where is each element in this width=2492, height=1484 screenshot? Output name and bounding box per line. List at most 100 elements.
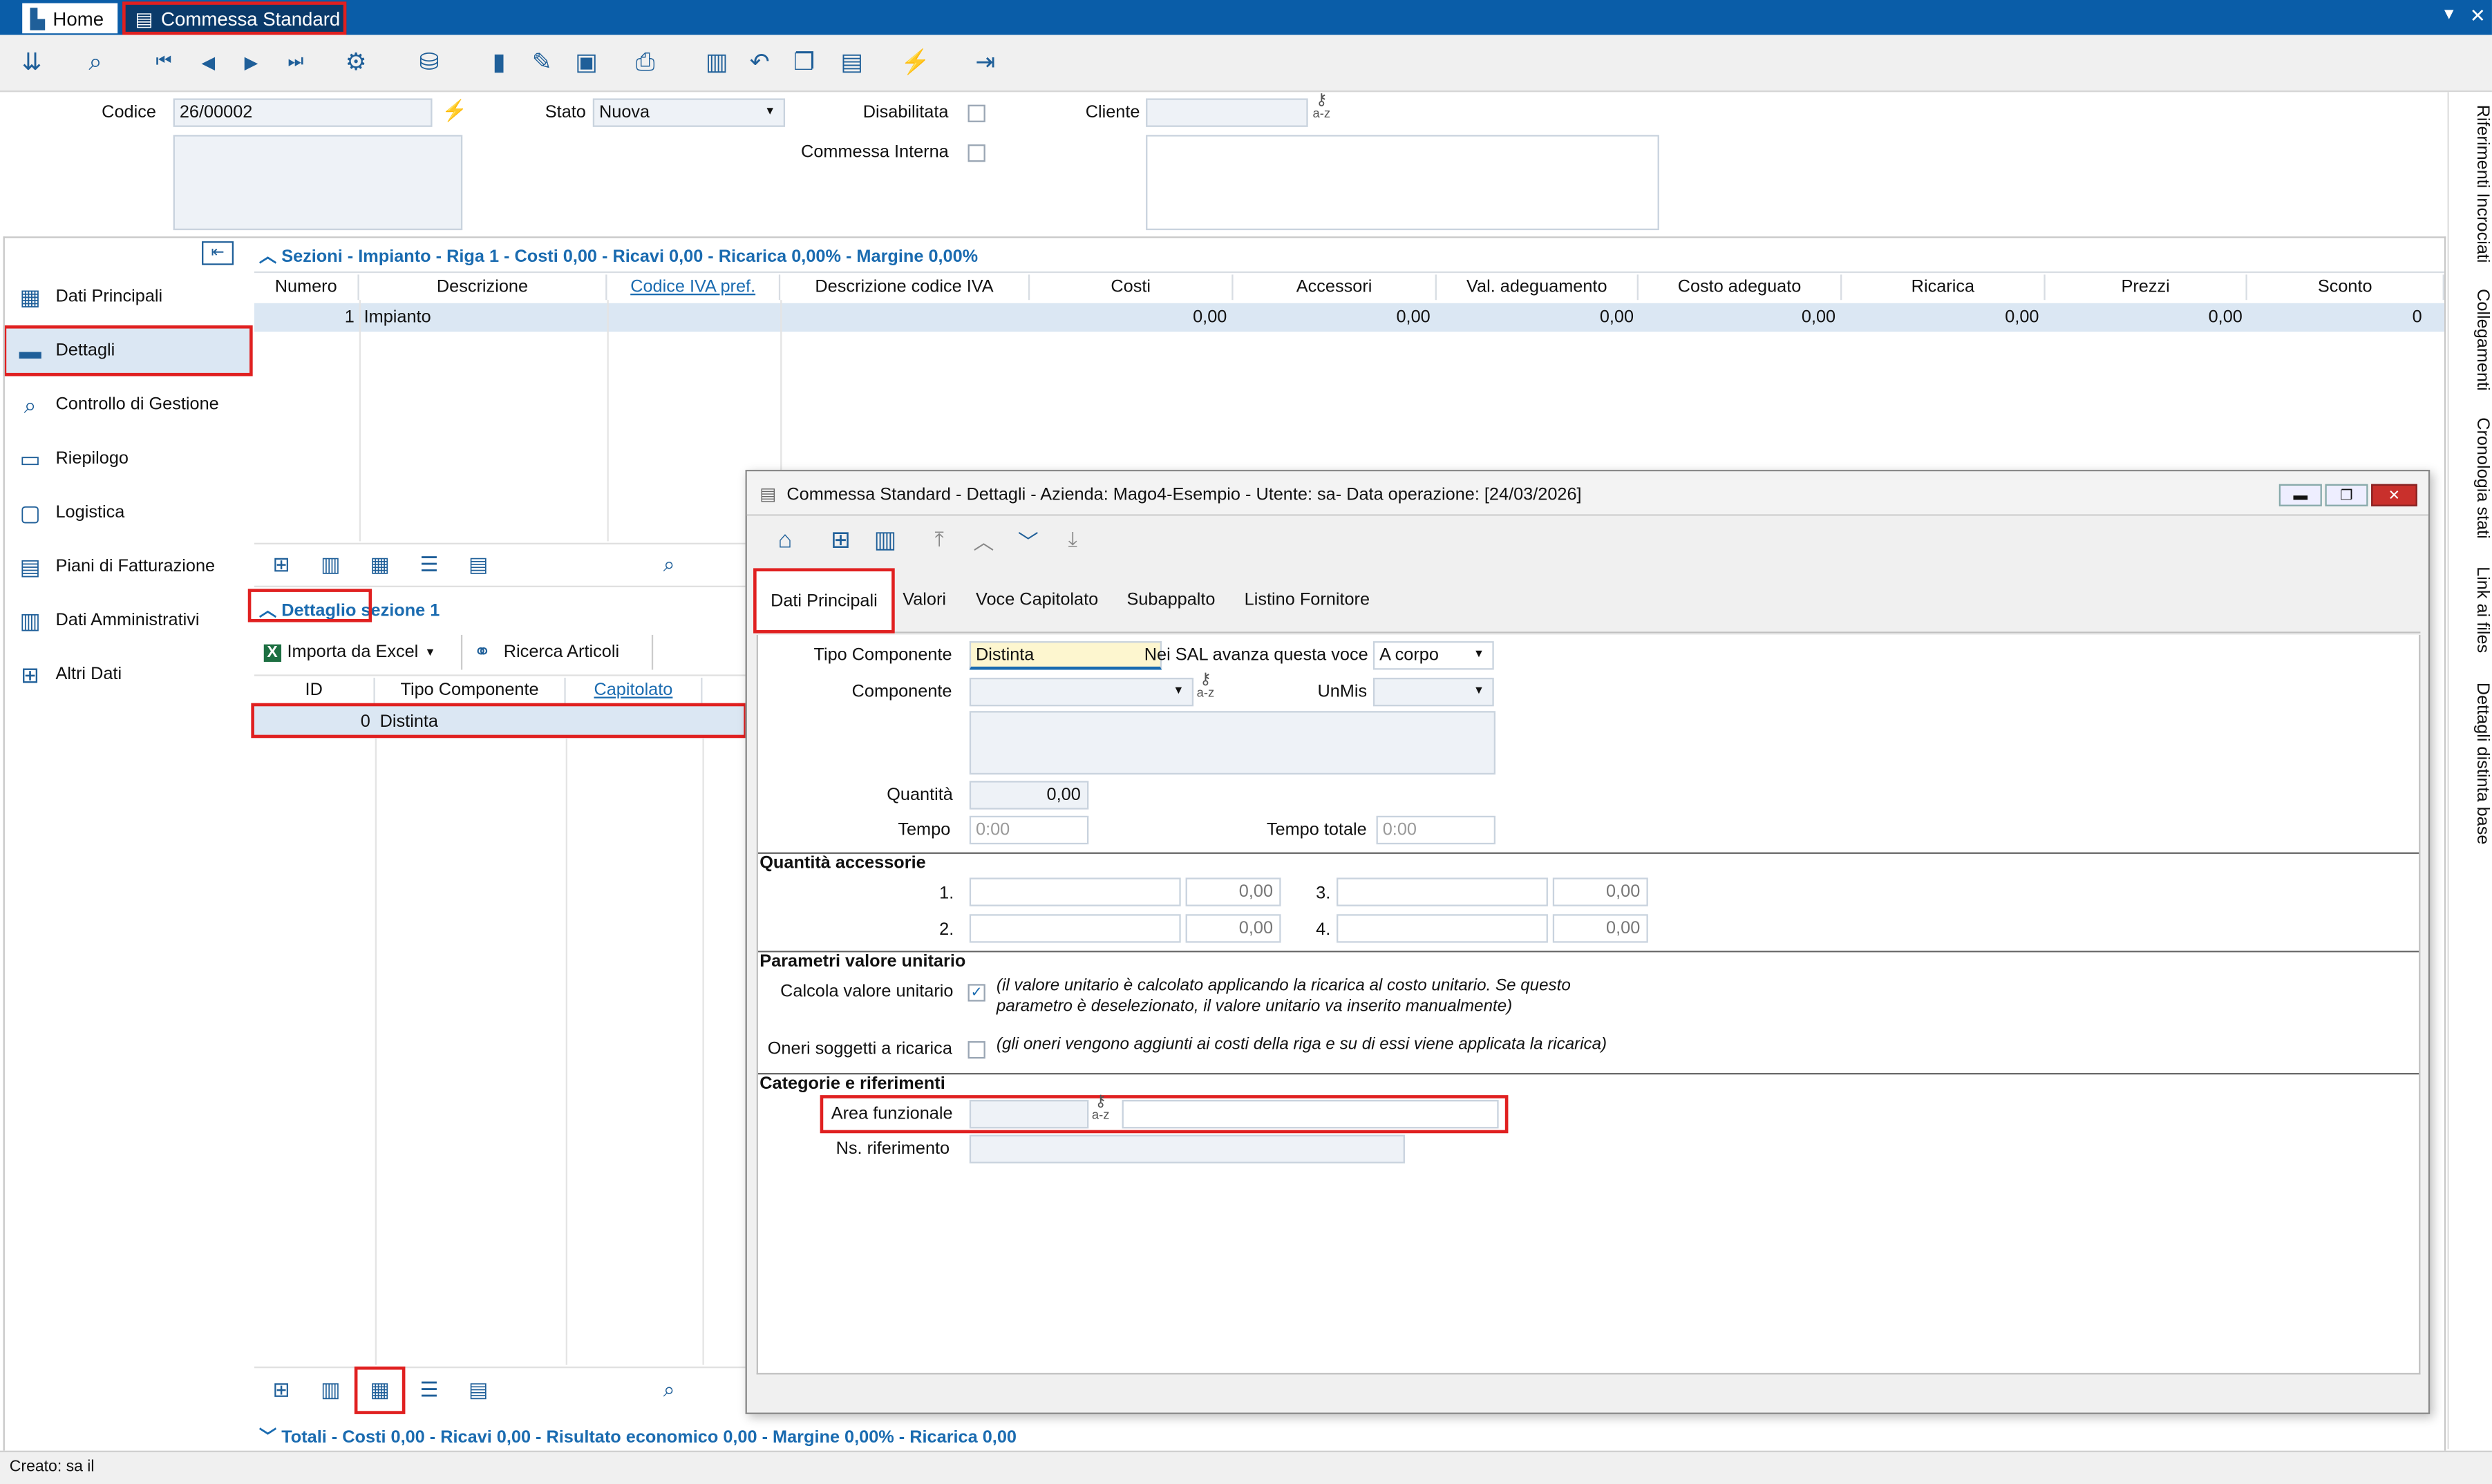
edit-icon[interactable]: ✎: [526, 46, 558, 78]
col-sconto[interactable]: Sconto: [2247, 274, 2444, 301]
col-descrizione[interactable]: Descrizione: [359, 274, 607, 301]
cliente-field[interactable]: [1146, 98, 1308, 127]
totali-header[interactable]: ﹀ Totali - Costi 0,00 - Ricavi 0,00 - Ri…: [259, 1424, 1017, 1449]
disabilitata-checkbox[interactable]: [967, 104, 985, 122]
acc-4-field[interactable]: [1337, 914, 1548, 943]
expand-icon[interactable]: ⇊: [16, 46, 48, 78]
sezioni-header[interactable]: ︿ Sezioni - Impianto - Riga 1 - Costi 0,…: [259, 242, 978, 268]
col-costo-adeguato[interactable]: Costo adeguato: [1639, 274, 1842, 301]
componente-select[interactable]: ▼: [969, 677, 1194, 707]
delete-row-icon[interactable]: ▥: [313, 1373, 348, 1408]
col-numero[interactable]: Numero: [254, 274, 359, 301]
tab-collegamenti[interactable]: Collegamenti: [2451, 289, 2492, 390]
col-ricarica[interactable]: Ricarica: [1842, 274, 2046, 301]
database-icon[interactable]: ⛁: [413, 46, 445, 78]
report-icon[interactable]: ▤: [836, 46, 868, 78]
col-codice-iva[interactable]: Codice IVA pref.: [607, 274, 781, 301]
key-search-icon[interactable]: ⚷ a-z: [1092, 1094, 1110, 1122]
calcola-checkbox[interactable]: ✓: [967, 984, 985, 1002]
col-val-adeguamento[interactable]: Val. adeguamento: [1437, 274, 1639, 301]
up-icon[interactable]: ︿: [966, 522, 1001, 558]
add-row-icon[interactable]: ⊞: [264, 548, 299, 583]
tab-valori[interactable]: Valori: [903, 591, 946, 610]
delete-icon[interactable]: ▥: [701, 46, 733, 78]
importa-excel-button[interactable]: X Importa da Excel ▼: [263, 635, 435, 670]
col-accessori[interactable]: Accessori: [1234, 274, 1437, 301]
acc-4-value[interactable]: 0,00: [1552, 914, 1648, 943]
col-descrizione-iva[interactable]: Descrizione codice IVA: [780, 274, 1030, 301]
last-icon[interactable]: ⤓: [1055, 522, 1091, 558]
col-id[interactable]: ID: [254, 677, 375, 703]
new-document-icon[interactable]: ▮: [483, 46, 515, 78]
search-icon[interactable]: ⌕: [652, 548, 687, 583]
tab-home[interactable]: ▙ Home: [22, 3, 118, 34]
col-tipo-componente[interactable]: Tipo Componente: [375, 677, 566, 703]
acc-3-value[interactable]: 0,00: [1552, 877, 1648, 906]
tab-riferimenti-incrociati[interactable]: Riferimenti Incrociati: [2451, 105, 2492, 263]
col-costi[interactable]: Costi: [1030, 274, 1234, 301]
tempo-field[interactable]: 0:00: [969, 815, 1089, 845]
list-view-icon[interactable]: ☰: [412, 548, 447, 583]
exit-icon[interactable]: ⇥: [970, 46, 1001, 78]
componente-description[interactable]: [969, 711, 1496, 775]
key-search-icon[interactable]: ⚷ a-z: [1197, 672, 1215, 700]
acc-2-value[interactable]: 0,00: [1185, 914, 1281, 943]
tab-cronologia-stati[interactable]: Cronologia stati: [2451, 417, 2492, 539]
tab-voce-capitolato[interactable]: Voce Capitolato: [976, 591, 1098, 610]
acc-3-field[interactable]: [1337, 877, 1548, 906]
maximize-button[interactable]: ❐: [2325, 484, 2368, 506]
delete-icon[interactable]: ▥: [868, 522, 903, 558]
col-capitolato[interactable]: Capitolato: [566, 677, 703, 703]
description-area[interactable]: [173, 135, 463, 231]
add-icon[interactable]: ⊞: [823, 522, 858, 558]
search-icon[interactable]: ⌕: [652, 1373, 687, 1408]
col-prezzi[interactable]: Prezzi: [2046, 274, 2247, 301]
acc-1-value[interactable]: 0,00: [1185, 877, 1281, 906]
chevron-down-icon[interactable]: ▼: [2441, 6, 2457, 23]
add-row-icon[interactable]: ⊞: [264, 1373, 299, 1408]
next-record-icon[interactable]: ▶: [235, 46, 267, 78]
undo-icon[interactable]: ↶: [744, 46, 775, 78]
sal-select[interactable]: A corpo ▼: [1372, 641, 1494, 670]
ricerca-articoli-button[interactable]: ⚭ Ricerca Articoli: [473, 635, 619, 670]
commessa-interna-checkbox[interactable]: [967, 144, 985, 162]
quantita-field[interactable]: 0,00: [969, 781, 1089, 810]
grid-view-icon[interactable]: ▦: [354, 1366, 406, 1414]
unmis-select[interactable]: ▼: [1372, 677, 1494, 707]
list-view-icon[interactable]: ☰: [412, 1373, 447, 1408]
codice-field[interactable]: 26/00002: [173, 98, 433, 127]
grid-view-icon[interactable]: ▦: [362, 548, 397, 583]
key-search-icon[interactable]: ⚷ a-z: [1313, 93, 1331, 121]
acc-2-field[interactable]: [969, 914, 1181, 943]
detail-view-icon[interactable]: ▤: [461, 548, 496, 583]
tab-commessa-standard[interactable]: ▤ Commessa Standard: [122, 1, 347, 35]
detail-view-icon[interactable]: ▤: [461, 1373, 496, 1408]
close-button[interactable]: ✕: [2371, 484, 2417, 506]
tab-dati-principali[interactable]: Dati Principali: [753, 568, 895, 634]
save-icon[interactable]: ▣: [571, 46, 603, 78]
tab-listino-fornitore[interactable]: Listino Fornitore: [1245, 591, 1370, 610]
delete-row-icon[interactable]: ▥: [313, 548, 348, 583]
first-icon[interactable]: ⤒: [922, 522, 957, 558]
cliente-description[interactable]: [1146, 135, 1659, 231]
close-icon[interactable]: ✕: [2470, 5, 2486, 27]
prev-record-icon[interactable]: ◀: [192, 46, 224, 78]
tab-link-ai-files[interactable]: Link ai files: [2451, 567, 2492, 653]
lightning-icon[interactable]: ⚡: [442, 98, 467, 124]
lightning-icon[interactable]: ⚡: [900, 46, 932, 78]
tools-icon[interactable]: ⚙: [340, 46, 372, 78]
tab-dettagli-distinta-base[interactable]: Dettagli distinta base: [2451, 683, 2492, 845]
minimize-button[interactable]: ▬: [2278, 484, 2322, 506]
tipo-componente-field[interactable]: Distinta: [969, 641, 1162, 670]
first-record-icon[interactable]: ⏮: [148, 46, 180, 78]
down-icon[interactable]: ﹀: [1011, 522, 1046, 558]
area-funzionale-field[interactable]: [969, 1100, 1089, 1129]
home-icon[interactable]: ⌂: [768, 522, 803, 558]
acc-1-field[interactable]: [969, 877, 1181, 906]
last-record-icon[interactable]: ⏭: [280, 46, 312, 78]
tab-subappalto[interactable]: Subappalto: [1126, 591, 1215, 610]
oneri-checkbox[interactable]: [967, 1041, 985, 1059]
print-icon[interactable]: ⎙: [630, 46, 661, 78]
ns-riferimento-field[interactable]: [969, 1134, 1405, 1163]
copy-icon[interactable]: ❐: [789, 46, 820, 78]
